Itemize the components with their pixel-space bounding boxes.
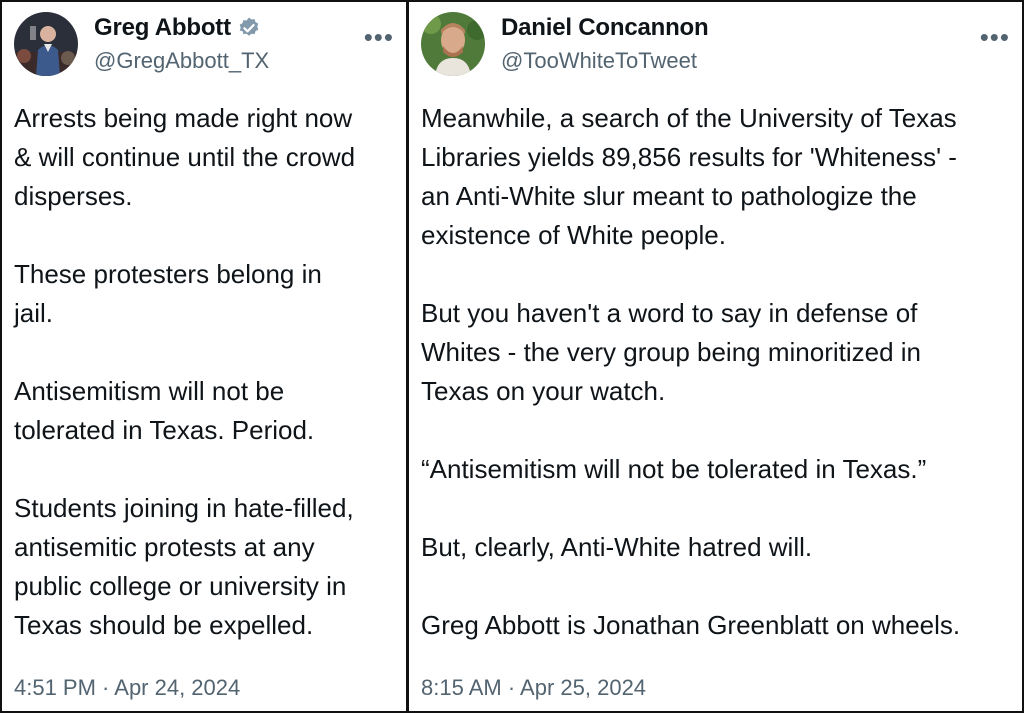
paragraph: Antisemitism will not be tolerated in Te… — [14, 372, 396, 450]
tweet-comparison: Greg Abbott @GregAbbott_TX ••• Arrests b… — [0, 0, 1024, 713]
text-line: existence of White people. — [421, 220, 726, 250]
text-line: public college or university in — [14, 571, 347, 601]
text-line: But you haven't a word to say in defense… — [421, 298, 918, 328]
author-row: Daniel Concannon — [501, 14, 709, 42]
author-row: Greg Abbott — [94, 14, 261, 42]
paragraph: But you haven't a word to say in defense… — [421, 294, 1012, 411]
author-name[interactable]: Daniel Concannon — [501, 14, 709, 42]
paragraph: “Antisemitism will not be tolerated in T… — [421, 450, 1012, 489]
text-line: Antisemitism will not be — [14, 376, 285, 406]
text-line: an Anti-White slur meant to pathologize … — [421, 181, 917, 211]
paragraph: Arrests being made right now & will cont… — [14, 99, 396, 216]
text-line: Libraries yields 89,856 results for 'Whi… — [421, 142, 957, 172]
text-line: & will continue until the crowd — [14, 142, 356, 172]
verified-badge-icon — [237, 16, 261, 40]
text-line: antisemitic protests at any — [14, 532, 315, 562]
paragraph: These protesters belong in jail. — [14, 255, 396, 333]
tweet-daniel-concannon: Daniel Concannon @TooWhiteToTweet ••• Me… — [406, 2, 1022, 711]
author-handle[interactable]: @TooWhiteToTweet — [501, 48, 697, 74]
paragraph: Meanwhile, a search of the University of… — [421, 99, 1012, 255]
author-handle[interactable]: @GregAbbott_TX — [94, 48, 269, 74]
avatar[interactable] — [421, 12, 485, 76]
text-line: Students joining in hate-filled, — [14, 493, 354, 523]
tweet-timestamp[interactable]: 8:15 AM · Apr 25, 2024 — [421, 675, 646, 701]
text-line: These protesters belong in — [14, 259, 322, 289]
text-line: Arrests being made right now — [14, 103, 353, 133]
text-line: Whites - the very group being minoritize… — [421, 337, 922, 367]
paragraph: Students joining in hate-filled, antisem… — [14, 489, 396, 645]
text-line: tolerated in Texas. Period. — [14, 415, 315, 445]
text-line: Texas should be expelled. — [14, 610, 314, 640]
more-horizontal-icon[interactable]: ••• — [364, 24, 394, 50]
tweet-greg-abbott: Greg Abbott @GregAbbott_TX ••• Arrests b… — [2, 2, 406, 711]
paragraph: But, clearly, Anti-White hatred will. — [421, 528, 1012, 567]
tweet-text: Meanwhile, a search of the University of… — [421, 99, 1012, 645]
text-line: Meanwhile, a search of the University of… — [421, 103, 957, 133]
text-line: But, clearly, Anti-White hatred will. — [421, 532, 813, 562]
tweet-text: Arrests being made right now & will cont… — [14, 99, 396, 645]
text-line: jail. — [14, 298, 54, 328]
text-line: Greg Abbott is Jonathan Greenblatt on wh… — [421, 610, 961, 640]
author-name[interactable]: Greg Abbott — [94, 14, 231, 42]
avatar[interactable] — [14, 12, 78, 76]
tweet-timestamp[interactable]: 4:51 PM · Apr 24, 2024 — [14, 675, 240, 701]
text-line: disperses. — [14, 181, 133, 211]
more-horizontal-icon[interactable]: ••• — [980, 24, 1010, 50]
text-line: Texas on your watch. — [421, 376, 666, 406]
paragraph: Greg Abbott is Jonathan Greenblatt on wh… — [421, 606, 1012, 645]
text-line: “Antisemitism will not be tolerated in T… — [421, 454, 927, 484]
